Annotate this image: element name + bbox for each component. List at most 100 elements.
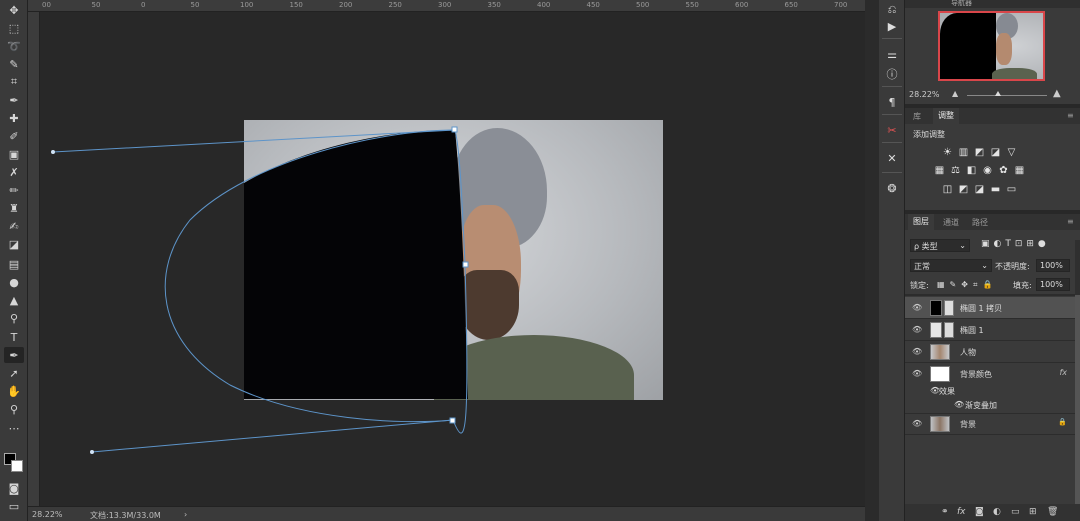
status-doc-size: 文档:13.3M/33.0M — [90, 511, 161, 520]
zoom-in-icon[interactable]: ▲ — [1053, 88, 1061, 99]
visibility-eye-icon[interactable]: 👁 — [912, 369, 922, 378]
lock-icon: 🔒 — [1058, 418, 1067, 426]
layer-filter-select[interactable]: ρ 类型 ⌄ — [910, 239, 970, 252]
lock-icons[interactable]: ▦✎✥⌗🔒 — [937, 280, 997, 293]
brush-settings-icon[interactable]: ✕ — [884, 150, 900, 166]
handle-point-left — [51, 150, 55, 154]
add-mask-icon[interactable]: ◙ — [975, 507, 984, 517]
play-action-icon[interactable]: ▶ — [884, 18, 900, 34]
layer-thumbnail — [930, 300, 942, 316]
delete-layer-icon[interactable]: 🗑 — [1047, 507, 1058, 517]
status-arrow[interactable]: › — [184, 510, 187, 519]
selective-color-icon[interactable]: ▬ — [990, 184, 1001, 195]
visibility-eye-icon[interactable]: 👁 — [912, 325, 922, 334]
layer-name: 背景 — [960, 420, 976, 429]
gradient-overlay-eye-icon[interactable]: 👁 — [954, 400, 964, 409]
tool-presets-icon[interactable]: ✂ — [884, 122, 900, 138]
threshold-icon[interactable]: ◪ — [974, 184, 985, 195]
adjustments-tabbar: 库 调整 ≡ — [905, 108, 1080, 124]
zoom-slider-knob[interactable] — [995, 91, 1001, 96]
layer-filter-icons[interactable]: ▣◐T⊡⊞● — [981, 239, 1076, 252]
tab-layers[interactable]: 图层 — [908, 214, 934, 230]
layer-thumbnail — [930, 366, 950, 382]
layers-tabbar: 图层 通道 路径 ≡ — [905, 214, 1080, 230]
fill-label: 填充: — [1013, 281, 1032, 290]
navigator-tab[interactable]: 导航器 — [905, 0, 1080, 8]
handle-line-bottom — [91, 419, 454, 453]
navigator-zoom-row: 28.22% ▲ ▲ — [905, 88, 1080, 102]
styles-icon[interactable]: ❂ — [884, 180, 900, 196]
brightness-icon[interactable]: ☀ — [942, 147, 953, 158]
zoom-out-icon[interactable]: ▲ — [952, 89, 958, 98]
zoom-slider[interactable] — [967, 95, 1047, 96]
layer-mask-thumbnail — [944, 300, 954, 316]
layer-thumbnail — [930, 322, 942, 338]
layer-name: 椭圆 1 拷贝 — [960, 304, 1003, 313]
posterize-icon[interactable]: ◩ — [958, 184, 969, 195]
blend-mode-select[interactable]: 正常 ⌄ — [910, 259, 992, 272]
handle-point-bottom-left — [90, 450, 94, 454]
tab-channels[interactable]: 通道 — [943, 217, 959, 228]
ellipse-copy-shape — [244, 130, 468, 399]
add-adjustment-title: 添加调整 — [913, 130, 945, 139]
anchor-point-right — [462, 261, 469, 268]
new-group-icon[interactable]: ▭ — [1011, 507, 1020, 517]
status-bar: 28.22% 文档:13.3M/33.0M › — [28, 506, 865, 521]
layers-menu-icon[interactable]: ≡ — [1067, 217, 1074, 226]
layer-effects-row[interactable]: 👁 效果 — [905, 383, 1075, 399]
tab-adjustments[interactable]: 调整 — [933, 108, 959, 124]
layer-name: 人物 — [960, 348, 976, 357]
layer-thumbnail — [930, 344, 950, 360]
info-icon[interactable]: ⓘ — [884, 66, 900, 82]
layer-ellipse[interactable]: 👁 椭圆 1 — [905, 319, 1075, 341]
gradient-overlay-label: 渐变叠加 — [965, 401, 997, 410]
black-white-icon[interactable]: ◧ — [966, 165, 977, 176]
add-style-icon[interactable]: fx — [957, 507, 966, 517]
layers-bottom-bar: ⚭ fx ◙ ◐ ▭ ⊞ 🗑 — [905, 504, 1080, 521]
photoshop-window: ✥ ⬚ ➰ ✎ ⌗ ✒ ✚ ✐ ▣ ✗ ✏ ♜ ✍ ◪ ▤ ● ▲ ⚲ T ✒ … — [0, 0, 1080, 521]
fx-badge[interactable]: fx — [1059, 368, 1067, 377]
gradient-overlay-row[interactable]: 👁 渐变叠加 — [905, 398, 1075, 414]
curves-icon[interactable]: ◩ — [974, 147, 985, 158]
fill-input[interactable]: 100% — [1036, 278, 1070, 291]
invert-icon[interactable]: ◫ — [942, 184, 953, 195]
gradient-map-icon[interactable]: ▭ — [1006, 184, 1017, 195]
new-fill-layer-icon[interactable]: ◐ — [993, 507, 1001, 517]
properties-icon[interactable]: ⚌ — [884, 46, 900, 62]
tab-library[interactable]: 库 — [913, 111, 921, 122]
levels-icon[interactable]: ▥ — [958, 147, 969, 158]
panel-gutter — [865, 0, 879, 521]
layer-name: 椭圆 1 — [960, 326, 984, 335]
effects-label: 效果 — [939, 387, 955, 396]
tab-paths[interactable]: 路径 — [972, 217, 988, 228]
layer-thumbnail — [930, 416, 950, 432]
anchor-point-bottom — [449, 417, 456, 424]
exposure-icon[interactable]: ◪ — [990, 147, 1001, 158]
new-layer-icon[interactable]: ⊞ — [1029, 507, 1037, 517]
layer-ellipse-copy[interactable]: 👁 椭圆 1 拷贝 — [905, 297, 1075, 319]
visibility-eye-icon[interactable]: 👁 — [912, 303, 922, 312]
visibility-eye-icon[interactable]: 👁 — [912, 347, 922, 356]
paragraph-icon[interactable]: ¶ — [884, 94, 900, 110]
panel-menu-icon[interactable]: ≡ — [1067, 111, 1074, 120]
link-layers-icon[interactable]: ⚭ — [941, 507, 949, 517]
vibrance-icon[interactable]: ▽ — [1006, 147, 1017, 158]
layers-scrollbar[interactable] — [1075, 240, 1080, 505]
photo-filter-icon[interactable]: ◉ — [982, 165, 993, 176]
channel-mixer-icon[interactable]: ✿ — [998, 165, 1009, 176]
layer-person[interactable]: 👁 人物 — [905, 341, 1075, 363]
visibility-eye-icon[interactable]: 👁 — [912, 419, 922, 428]
layer-background[interactable]: 👁 背景 🔒 — [905, 413, 1075, 435]
hue-saturation-icon[interactable]: ▦ — [934, 165, 945, 176]
navigator-thumbnail[interactable] — [938, 11, 1045, 81]
path-overlay[interactable] — [0, 0, 865, 506]
navigator-zoom-value[interactable]: 28.22% — [909, 90, 940, 99]
color-lookup-icon[interactable]: ▦ — [1014, 165, 1025, 176]
layer-background-color[interactable]: 👁 背景颜色 fx — [905, 363, 1075, 385]
history-icon[interactable]: ⎌ — [884, 2, 900, 18]
anchor-point-top — [451, 126, 458, 133]
layer-name: 背景颜色 — [960, 370, 992, 379]
status-zoom[interactable]: 28.22% — [32, 510, 63, 519]
opacity-input[interactable]: 100% — [1036, 259, 1070, 272]
color-balance-icon[interactable]: ⚖ — [950, 165, 961, 176]
